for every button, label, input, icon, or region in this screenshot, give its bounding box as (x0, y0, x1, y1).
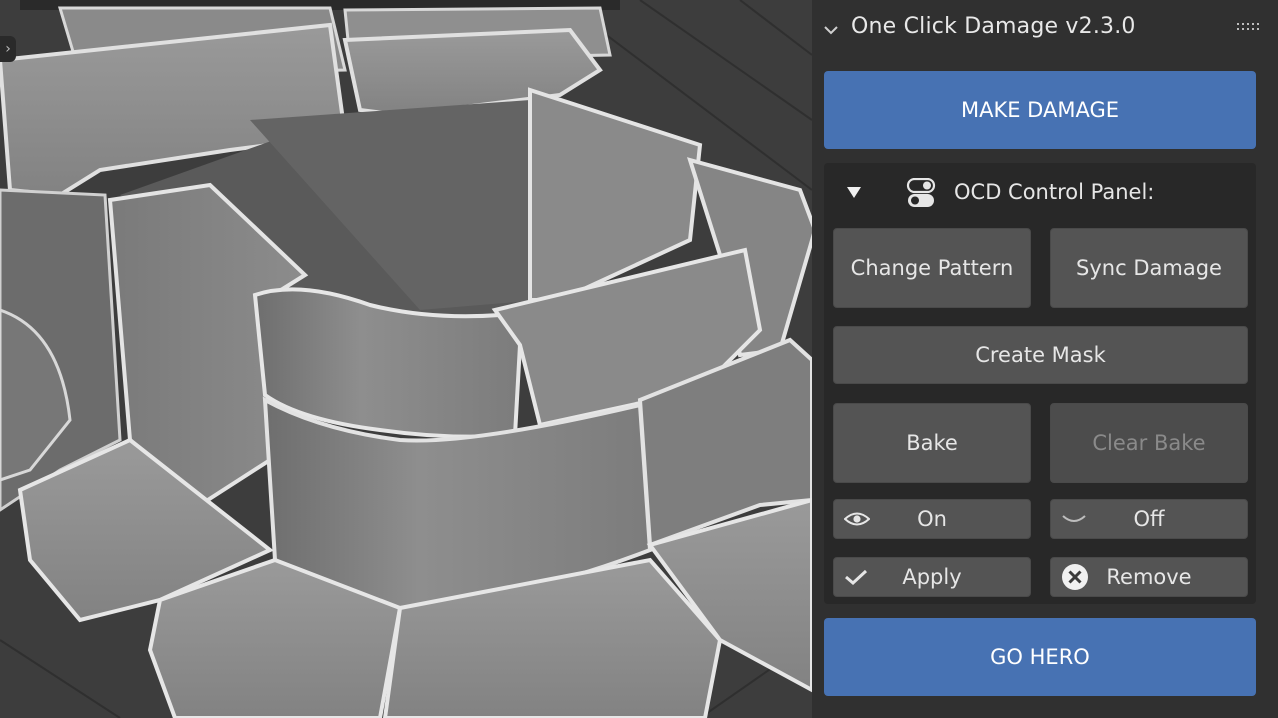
sync-damage-button[interactable]: Sync Damage (1050, 228, 1248, 308)
bake-button[interactable]: Bake (833, 403, 1031, 483)
eye-icon (844, 512, 870, 526)
addon-panel: One Click Damage v2.3.0 MAKE DAMAGE OCD … (812, 0, 1278, 718)
panel-title: One Click Damage v2.3.0 (851, 14, 1136, 39)
chevron-down-icon[interactable] (822, 18, 840, 42)
panel-header[interactable]: One Click Damage v2.3.0 (812, 0, 1278, 60)
remove-label: Remove (1106, 565, 1192, 589)
off-label: Off (1133, 507, 1165, 531)
control-panel-header[interactable]: OCD Control Panel: (824, 163, 1256, 221)
checkmark-icon (845, 569, 868, 585)
on-label: On (917, 507, 947, 531)
viewport-scene (0, 0, 812, 718)
apply-label: Apply (902, 565, 962, 589)
x-circle-icon (1062, 564, 1088, 590)
toggle-control-icon (906, 178, 936, 207)
triangle-down-icon[interactable] (846, 185, 862, 199)
clear-bake-button[interactable]: Clear Bake (1050, 403, 1248, 483)
apply-button[interactable]: Apply (833, 557, 1031, 597)
eye-closed-icon (1062, 515, 1086, 522)
create-mask-button[interactable]: Create Mask (833, 326, 1248, 384)
drag-handle-icon[interactable] (1236, 22, 1260, 32)
go-hero-button[interactable]: GO HERO (824, 618, 1256, 696)
3d-viewport[interactable]: › (0, 0, 812, 718)
off-button[interactable]: Off (1050, 499, 1248, 539)
control-panel-title: OCD Control Panel: (954, 180, 1155, 204)
make-damage-button[interactable]: MAKE DAMAGE (824, 71, 1256, 149)
ocd-control-panel: OCD Control Panel: Change Pattern Sync D… (824, 163, 1256, 604)
sidebar-toggle-button[interactable]: › (0, 36, 16, 62)
on-button[interactable]: On (833, 499, 1031, 539)
change-pattern-button[interactable]: Change Pattern (833, 228, 1031, 308)
remove-button[interactable]: Remove (1050, 557, 1248, 597)
